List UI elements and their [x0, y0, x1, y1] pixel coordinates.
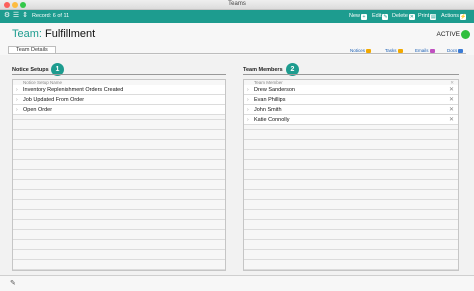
list-icon[interactable]: ☰: [12, 12, 20, 20]
remove-member-icon[interactable]: ✕: [449, 95, 454, 105]
chevron-right-icon: ›: [16, 87, 18, 93]
bolt-icon: ⚡: [460, 14, 467, 20]
table-row[interactable]: › Inventory Replenishment Orders Created: [13, 85, 225, 95]
chevron-right-icon: ›: [247, 87, 249, 93]
team-name: Fulfillment: [45, 28, 96, 40]
chevron-right-icon: ›: [16, 97, 18, 103]
close-icon: ✕: [408, 14, 415, 20]
table-row[interactable]: › Drew Sanderson ✕: [244, 85, 458, 95]
sort-icon[interactable]: ⇕: [21, 12, 29, 20]
remove-member-icon[interactable]: ✕: [449, 115, 454, 125]
emails-link-label: Emails: [415, 48, 429, 53]
team-members-table: Team Member ✕ › Drew Sanderson ✕ › Evan …: [243, 79, 459, 271]
chevron-right-icon: ›: [16, 107, 18, 113]
tab-divider: [8, 53, 466, 54]
email-icon: [429, 49, 435, 53]
notice-setup-name: Job Updated From Order: [23, 97, 85, 103]
print-button[interactable]: Print ▤: [418, 13, 437, 20]
page-title: Team: Fulfillment: [12, 28, 95, 40]
team-member-name: Drew Sanderson: [254, 87, 295, 93]
chevron-right-icon: ›: [247, 117, 249, 123]
toolbar: ⚙ ☰ ⇕ Record: 6 of 11 New + Edit ✎ Delete ✕…: [0, 10, 474, 23]
table-row[interactable]: › John Smith ✕: [244, 105, 458, 115]
plus-icon: +: [361, 14, 368, 20]
table-row[interactable]: › Job Updated From Order: [13, 95, 225, 105]
notice-icon: [366, 49, 372, 53]
team-member-name: John Smith: [254, 107, 282, 113]
notice-setup-name: Open Order: [23, 107, 53, 113]
team-member-name: Evan Phillips: [254, 97, 286, 103]
tasks-link[interactable]: Tasks: [385, 48, 403, 53]
edit-button-label: Edit: [372, 13, 382, 19]
notice-setup-name: Inventory Replenishment Orders Created: [23, 87, 124, 93]
document-icon: [458, 49, 464, 53]
remove-member-icon[interactable]: ✕: [449, 85, 454, 95]
edit-button[interactable]: Edit ✎: [372, 13, 389, 20]
emails-link[interactable]: Emails: [415, 48, 435, 53]
task-icon: [397, 49, 403, 53]
actions-button-label: Actions: [441, 13, 460, 19]
team-members-title: Team Members: [243, 67, 283, 73]
table-row[interactable]: › Open Order: [13, 105, 225, 115]
remove-member-icon[interactable]: ✕: [449, 105, 454, 115]
chevron-right-icon: ›: [247, 107, 249, 113]
notice-setups-rule: [12, 74, 226, 75]
pencil-icon: ✎: [382, 14, 389, 20]
notices-link-label: Notices: [350, 48, 366, 53]
notice-setups-title: Notice Setups: [12, 67, 49, 73]
docs-link-label: Docs: [447, 48, 458, 53]
gear-icon[interactable]: ⚙: [3, 12, 11, 20]
chevron-right-icon: ›: [247, 97, 249, 103]
status-indicator: [461, 30, 470, 39]
notices-link[interactable]: Notices: [350, 48, 372, 53]
tasks-link-label: Tasks: [385, 48, 397, 53]
status-bar: ✎: [0, 275, 474, 291]
delete-button[interactable]: Delete ✕: [392, 13, 415, 20]
pencil-icon[interactable]: ✎: [10, 279, 16, 287]
window-titlebar: Teams: [0, 0, 474, 10]
status-label: ACTIVE: [436, 31, 460, 38]
team-members-rule: [243, 74, 459, 75]
new-button[interactable]: New +: [349, 13, 368, 20]
team-member-name: Katie Connolly: [254, 117, 290, 123]
docs-link[interactable]: Docs: [447, 48, 464, 53]
table-row[interactable]: › Evan Phillips ✕: [244, 95, 458, 105]
delete-button-label: Delete: [392, 13, 408, 19]
team-label: Team:: [12, 28, 42, 40]
table-row[interactable]: › Katie Connolly ✕: [244, 115, 458, 125]
record-header: Team: Fulfillment ACTIVE: [0, 23, 474, 55]
record-counter: Record: 6 of 11: [32, 13, 70, 19]
printer-icon: ▤: [430, 14, 437, 20]
content-area: Notice Setups 1 Notice Setup Name › Inve…: [0, 55, 474, 275]
print-button-label: Print: [418, 13, 430, 19]
notice-setups-table: Notice Setup Name › Inventory Replenishm…: [12, 79, 226, 271]
new-button-label: New: [349, 13, 361, 19]
actions-button[interactable]: Actions⚡: [441, 13, 466, 20]
window-title: Teams: [228, 1, 246, 7]
